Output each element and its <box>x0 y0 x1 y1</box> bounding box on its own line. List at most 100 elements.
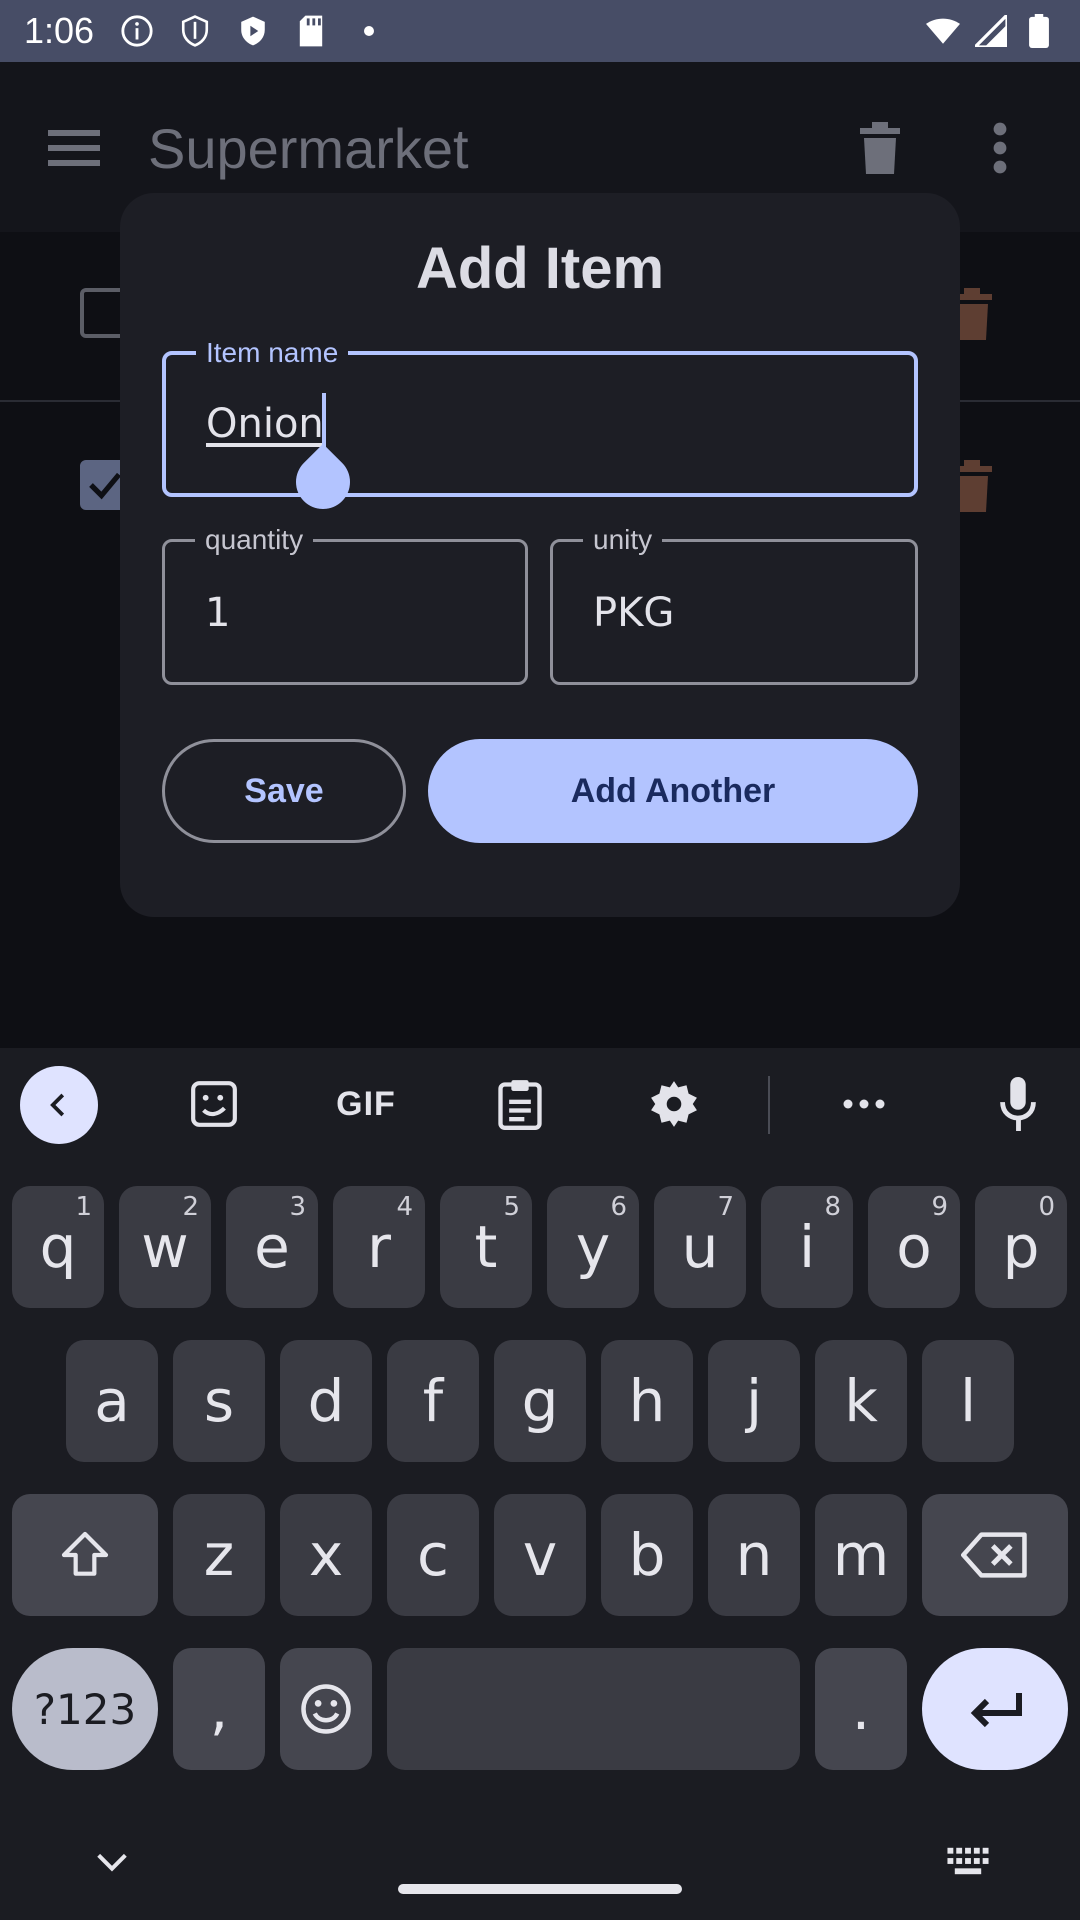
period-key[interactable]: . <box>815 1648 907 1770</box>
unity-value: PKG <box>593 590 675 636</box>
key-k[interactable]: k <box>815 1340 907 1462</box>
item-name-value: Onion <box>206 401 324 447</box>
key-l[interactable]: l <box>922 1340 1014 1462</box>
key-label: o <box>896 1213 932 1281</box>
key-o[interactable]: o9 <box>868 1186 960 1308</box>
key-label: q <box>39 1213 77 1281</box>
key-e[interactable]: e3 <box>226 1186 318 1308</box>
dialog-title: Add Item <box>415 236 665 301</box>
sticker-icon[interactable] <box>184 1074 244 1134</box>
more-horiz-icon[interactable] <box>834 1074 894 1134</box>
key-d[interactable]: d <box>280 1340 372 1462</box>
key-f[interactable]: f <box>387 1340 479 1462</box>
key-c[interactable]: c <box>387 1494 479 1616</box>
comma-key[interactable]: , <box>173 1648 265 1770</box>
status-time: 1:06 <box>24 10 95 51</box>
more-vert-icon[interactable] <box>992 122 1008 179</box>
status-icons-right <box>926 14 1056 48</box>
quantity-value: 1 <box>205 590 231 636</box>
chevron-down-icon[interactable] <box>96 1852 128 1877</box>
clipboard-icon[interactable] <box>490 1074 550 1134</box>
key-label: t <box>474 1213 498 1281</box>
save-button[interactable]: Save <box>162 739 406 843</box>
enter-icon <box>970 1693 1022 1728</box>
item-name-label: Item name <box>196 333 349 373</box>
key-j[interactable]: j <box>708 1340 800 1462</box>
quantity-field[interactable]: quantity 1 <box>162 520 528 685</box>
key-hint: 9 <box>931 1192 948 1222</box>
key-h[interactable]: h <box>601 1340 693 1462</box>
keyboard: GIF q1 w2 e3 r4 t5 y6 u7 i8 o9 p0 a s d … <box>0 1048 1080 1920</box>
backspace-key[interactable] <box>922 1494 1068 1616</box>
emoji-key[interactable] <box>280 1648 372 1770</box>
key-label: i <box>798 1213 816 1281</box>
app-title: Supermarket <box>148 117 469 180</box>
gif-button[interactable]: GIF <box>326 1074 406 1134</box>
key-hint: 7 <box>717 1192 734 1222</box>
symbols-key[interactable]: ?123 <box>12 1648 158 1770</box>
key-w[interactable]: w2 <box>119 1186 211 1308</box>
unity-field[interactable]: unity PKG <box>550 520 918 685</box>
cursor-handle[interactable] <box>284 443 362 521</box>
delete-icon[interactable] <box>858 122 902 179</box>
key-y[interactable]: y6 <box>547 1186 639 1308</box>
gesture-bar[interactable] <box>398 1884 682 1894</box>
shift-key[interactable] <box>12 1494 158 1616</box>
microphone-icon[interactable] <box>988 1074 1048 1134</box>
key-label: u <box>681 1213 719 1281</box>
dot-icon <box>352 14 386 48</box>
key-g[interactable]: g <box>494 1340 586 1462</box>
keyboard-switch-icon[interactable] <box>946 1846 990 1881</box>
key-hint: 6 <box>610 1192 627 1222</box>
signal-icon <box>974 14 1008 48</box>
key-m[interactable]: m <box>815 1494 907 1616</box>
backspace-icon <box>961 1532 1027 1578</box>
key-b[interactable]: b <box>601 1494 693 1616</box>
key-label: y <box>575 1213 611 1281</box>
key-hint: 4 <box>396 1192 413 1222</box>
key-hint: 5 <box>503 1192 520 1222</box>
key-r[interactable]: r4 <box>333 1186 425 1308</box>
menu-icon[interactable] <box>48 128 100 173</box>
key-label: r <box>367 1213 391 1281</box>
key-u[interactable]: u7 <box>654 1186 746 1308</box>
key-a[interactable]: a <box>66 1340 158 1462</box>
info-icon <box>120 14 154 48</box>
key-hint: 0 <box>1038 1192 1055 1222</box>
battery-icon <box>1022 14 1056 48</box>
shield-icon <box>178 14 212 48</box>
key-hint: 1 <box>75 1192 92 1222</box>
quantity-label: quantity <box>195 520 314 560</box>
gear-icon[interactable] <box>644 1074 704 1134</box>
key-hint: 2 <box>182 1192 199 1222</box>
key-label: e <box>254 1213 290 1281</box>
key-z[interactable]: z <box>173 1494 265 1616</box>
key-t[interactable]: t5 <box>440 1186 532 1308</box>
chevron-left-icon[interactable] <box>20 1066 98 1144</box>
unity-label: unity <box>583 520 663 560</box>
key-x[interactable]: x <box>280 1494 372 1616</box>
add-item-dialog: Add Item Item name Onion quantity 1 unit… <box>120 193 960 917</box>
key-v[interactable]: v <box>494 1494 586 1616</box>
key-i[interactable]: i8 <box>761 1186 853 1308</box>
key-label: p <box>1002 1213 1040 1281</box>
shift-icon <box>61 1531 109 1576</box>
space-key[interactable] <box>387 1648 800 1770</box>
key-q[interactable]: q1 <box>12 1186 104 1308</box>
play-shield-icon <box>236 14 270 48</box>
add-another-button[interactable]: Add Another <box>428 739 918 843</box>
key-p[interactable]: p0 <box>975 1186 1067 1308</box>
status-bar: 1:06 <box>0 0 1080 62</box>
sd-card-icon <box>294 14 328 48</box>
key-s[interactable]: s <box>173 1340 265 1462</box>
enter-key[interactable] <box>922 1648 1068 1770</box>
key-n[interactable]: n <box>708 1494 800 1616</box>
status-icons-left <box>120 14 386 48</box>
key-hint: 8 <box>824 1192 841 1222</box>
item-name-field[interactable]: Item name Onion <box>162 333 918 521</box>
nav-area <box>0 1816 1080 1920</box>
keyboard-toolbar: GIF <box>0 1048 1080 1162</box>
toolbar-divider <box>768 1076 770 1134</box>
wifi-icon <box>926 14 960 48</box>
emoji-icon <box>301 1684 351 1734</box>
